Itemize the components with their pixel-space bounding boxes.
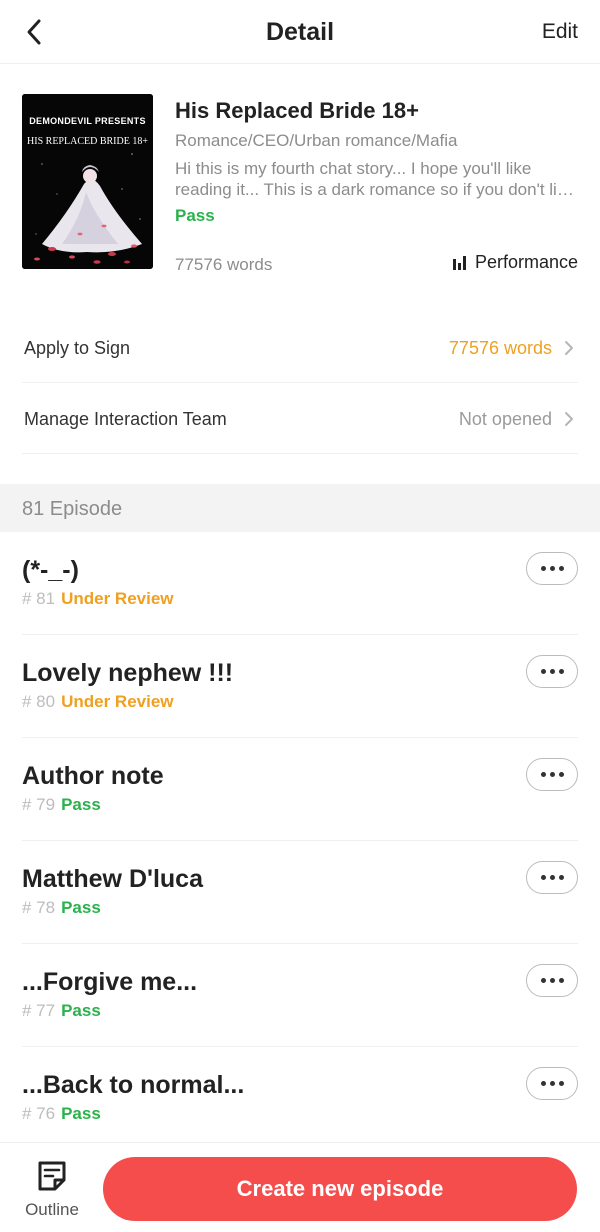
more-dots-icon bbox=[549, 978, 555, 983]
more-dots-icon bbox=[558, 875, 564, 880]
episode-number: # 81 bbox=[22, 589, 56, 608]
more-dots-icon bbox=[549, 772, 555, 777]
more-dots-icon bbox=[540, 875, 546, 880]
book-description: Hi this is my fourth chat story... I hop… bbox=[175, 159, 575, 199]
list-item[interactable]: ...Forgive me... # 77 Pass bbox=[22, 944, 578, 1047]
more-dots-icon bbox=[540, 1081, 546, 1086]
row-label: Apply to Sign bbox=[24, 338, 131, 358]
apply-to-sign-row[interactable]: Apply to Sign 77576 words bbox=[22, 313, 578, 383]
top-bar: Detail Edit bbox=[0, 0, 600, 64]
performance-button[interactable]: Performance bbox=[452, 252, 578, 273]
list-item[interactable]: Lovely nephew !!! # 80 Under Review bbox=[22, 635, 578, 738]
episode-number: # 80 bbox=[22, 692, 56, 711]
chevron-left-icon bbox=[27, 19, 41, 45]
performance-label: Performance bbox=[474, 252, 578, 272]
episode-number: # 76 bbox=[22, 1104, 56, 1123]
episode-title: Lovely nephew !!! bbox=[22, 659, 234, 687]
more-dots-icon bbox=[540, 669, 546, 674]
edit-button[interactable]: Edit bbox=[542, 0, 578, 64]
episode-meta: # 79 Pass bbox=[22, 795, 101, 815]
more-options-button[interactable] bbox=[526, 1067, 578, 1100]
row-label: Manage Interaction Team bbox=[24, 409, 227, 429]
more-options-button[interactable] bbox=[526, 861, 578, 894]
more-dots-icon bbox=[558, 1081, 564, 1086]
more-dots-icon bbox=[558, 978, 564, 983]
cover-author-text: DEMONDEVIL PRESENTS bbox=[29, 116, 146, 126]
episode-title: Matthew D'luca bbox=[22, 865, 203, 893]
row-value: 77576 words bbox=[448, 338, 552, 358]
more-options-button[interactable] bbox=[526, 655, 578, 688]
outline-button[interactable]: Outline bbox=[10, 1157, 94, 1223]
more-options-button[interactable] bbox=[526, 758, 578, 791]
more-options-button[interactable] bbox=[526, 552, 578, 585]
book-info-card: DEMONDEVIL PRESENTS HIS REPLACED BRIDE 1… bbox=[0, 64, 600, 304]
bottom-action-bar: Outline Create new episode bbox=[0, 1142, 600, 1232]
episode-meta: # 81 Under Review bbox=[22, 589, 174, 609]
more-dots-icon bbox=[549, 669, 555, 674]
more-dots-icon bbox=[558, 669, 564, 674]
episode-status: Under Review bbox=[61, 692, 174, 711]
episode-status: Pass bbox=[61, 795, 101, 814]
more-dots-icon bbox=[540, 772, 546, 777]
chevron-right-icon bbox=[565, 341, 573, 355]
episode-status: Pass bbox=[61, 1001, 101, 1020]
episode-title: Author note bbox=[22, 762, 164, 790]
outline-label: Outline bbox=[25, 1200, 79, 1219]
list-item[interactable]: ...Back to normal... # 76 Pass bbox=[22, 1047, 578, 1150]
book-cover[interactable]: DEMONDEVIL PRESENTS HIS REPLACED BRIDE 1… bbox=[22, 94, 153, 269]
episode-title: ...Forgive me... bbox=[22, 968, 198, 996]
episode-status: Pass bbox=[61, 1104, 101, 1123]
more-dots-icon bbox=[549, 1081, 555, 1086]
chevron-right-icon bbox=[565, 412, 573, 426]
page-title: Detail bbox=[265, 18, 335, 46]
more-dots-icon bbox=[558, 772, 564, 777]
more-dots-icon bbox=[558, 566, 564, 571]
outline-note-icon bbox=[38, 1161, 66, 1191]
episode-title: (*-_-) bbox=[22, 556, 79, 584]
list-item[interactable]: Author note # 79 Pass bbox=[22, 738, 578, 841]
list-item[interactable]: Matthew D'luca # 78 Pass bbox=[22, 841, 578, 944]
episode-number: # 78 bbox=[22, 898, 56, 917]
book-word-count: 77576 words bbox=[175, 255, 273, 274]
episode-meta: # 80 Under Review bbox=[22, 692, 174, 712]
episodes-section-header: 81 Episode bbox=[0, 484, 600, 532]
episode-meta: # 78 Pass bbox=[22, 898, 101, 918]
list-item[interactable]: (*-_-) # 81 Under Review bbox=[22, 532, 578, 635]
more-dots-icon bbox=[540, 978, 546, 983]
episode-status: Under Review bbox=[61, 589, 174, 608]
more-dots-icon bbox=[540, 566, 546, 571]
manage-interaction-team-row[interactable]: Manage Interaction Team Not opened bbox=[22, 384, 578, 454]
book-title: His Replaced Bride 18+ bbox=[175, 98, 419, 123]
row-value: Not opened bbox=[458, 409, 552, 429]
book-genres: Romance/CEO/Urban romance/Mafia bbox=[175, 131, 458, 150]
episode-number: # 77 bbox=[22, 1001, 56, 1020]
more-dots-icon bbox=[549, 875, 555, 880]
episode-number: # 79 bbox=[22, 795, 56, 814]
episode-count: 81 Episode bbox=[22, 498, 123, 520]
cover-title-text: HIS REPLACED BRIDE 18+ bbox=[27, 136, 148, 147]
episode-title: ...Back to normal... bbox=[22, 1071, 245, 1099]
episode-status: Pass bbox=[61, 898, 101, 917]
book-status: Pass bbox=[175, 206, 215, 225]
episode-meta: # 76 Pass bbox=[22, 1104, 101, 1124]
create-new-episode-button[interactable]: Create new episode bbox=[103, 1157, 577, 1221]
bar-chart-icon bbox=[452, 255, 466, 270]
episode-meta: # 77 Pass bbox=[22, 1001, 101, 1021]
more-dots-icon bbox=[549, 566, 555, 571]
more-options-button[interactable] bbox=[526, 964, 578, 997]
back-button[interactable] bbox=[14, 12, 54, 52]
